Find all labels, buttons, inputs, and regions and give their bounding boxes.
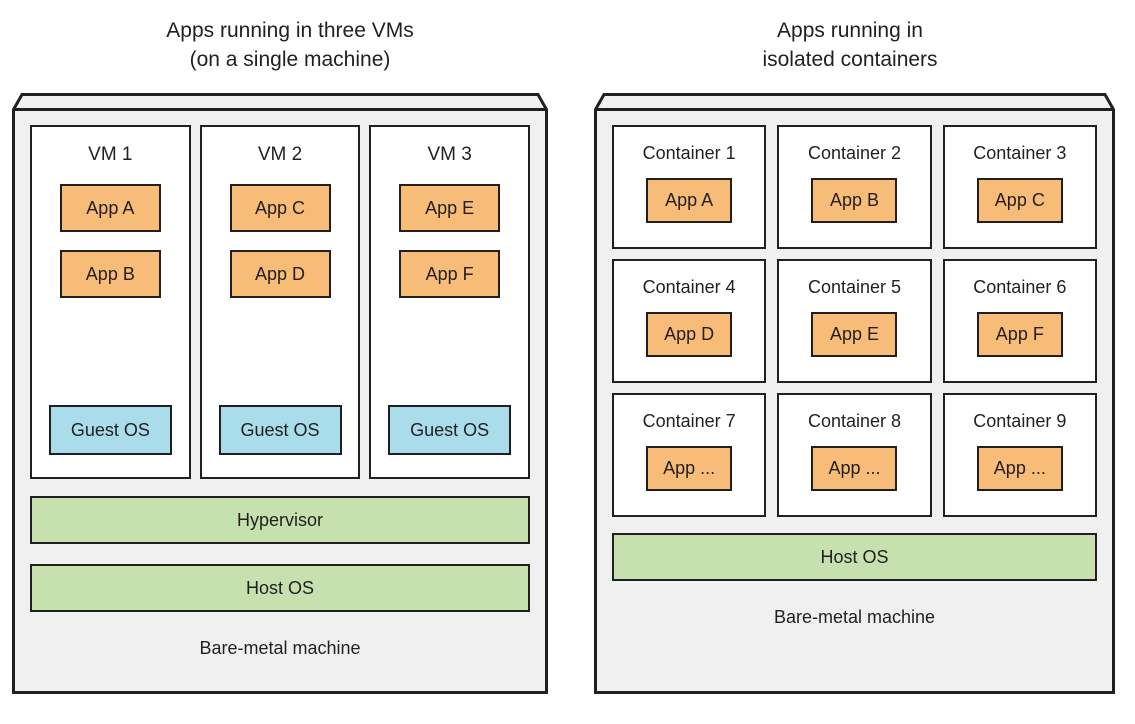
container-box-4[interactable]: Container 4 App D (612, 259, 767, 383)
container-box-2[interactable]: Container 2 App B (777, 125, 932, 249)
container-box-1[interactable]: Container 1 App A (612, 125, 767, 249)
container-label-1: Container 1 (642, 143, 736, 163)
container-8-app[interactable]: App ... (811, 446, 898, 491)
container-9-app[interactable]: App ... (976, 446, 1063, 491)
container-5-app[interactable]: App E (811, 312, 898, 357)
vm-panel-title: Apps running in three VMs (on a single m… (166, 19, 414, 71)
vm-row: VM 1 App A App B Guest OS VM 2 App C App… (30, 125, 531, 479)
vm-3-app-1[interactable]: App E (399, 184, 501, 232)
container-box-9[interactable]: Container 9 App ... (942, 393, 1097, 517)
machine-top-slab-left (12, 93, 548, 111)
machine-top-slab-right (594, 93, 1115, 111)
container-label-7: Container 7 (642, 411, 736, 431)
container-label-5: Container 5 (807, 277, 902, 297)
host-os-layer-container-panel[interactable]: Host OS (612, 533, 1097, 581)
container-4-app[interactable]: App D (646, 312, 733, 357)
container-6-app[interactable]: App F (976, 312, 1063, 357)
container-label-8: Container 8 (807, 411, 902, 431)
container-label-2: Container 2 (807, 143, 902, 163)
vm-2-app-1[interactable]: App C (229, 184, 331, 232)
container-box-6[interactable]: Container 6 App F (942, 259, 1097, 383)
container-box-8[interactable]: Container 8 App ... (777, 393, 932, 517)
host-os-layer-vm-panel[interactable]: Host OS (30, 564, 530, 612)
container-bare-metal-machine: Container 1 App A Container 2 App B Cont… (594, 93, 1115, 694)
vm-machine-body: VM 1 App A App B Guest OS VM 2 App C App… (12, 111, 548, 694)
hypervisor-layer[interactable]: Hypervisor (30, 496, 530, 544)
container-2-app[interactable]: App B (811, 178, 898, 223)
vm-box-3[interactable]: VM 3 App E App F Guest OS (369, 125, 531, 479)
vm-2-guest-os[interactable]: Guest OS (218, 405, 342, 455)
vm-2-app-2[interactable]: App D (229, 250, 331, 298)
vm-bare-metal-machine: VM 1 App A App B Guest OS VM 2 App C App… (12, 93, 548, 694)
container-7-app[interactable]: App ... (646, 446, 733, 491)
container-label-4: Container 4 (642, 277, 736, 297)
container-label-3: Container 3 (973, 143, 1067, 163)
container-box-7[interactable]: Container 7 App ... (612, 393, 767, 517)
vm-1-app-2[interactable]: App B (59, 250, 161, 298)
vm-3-guest-os[interactable]: Guest OS (388, 405, 512, 455)
bare-metal-label-container-panel: Bare-metal machine (773, 607, 936, 627)
container-label-6: Container 6 (973, 277, 1067, 297)
vm-box-1[interactable]: VM 1 App A App B Guest OS (30, 125, 191, 479)
container-3-app[interactable]: App C (976, 178, 1063, 223)
vm-1-app-1[interactable]: App A (59, 184, 161, 232)
container-box-3[interactable]: Container 3 App C (942, 125, 1097, 249)
container-label-9: Container 9 (973, 411, 1067, 431)
vm-3-app-2[interactable]: App F (399, 250, 501, 298)
vm-label-2: VM 2 (257, 144, 303, 165)
container-grid: Container 1 App A Container 2 App B Cont… (612, 125, 1097, 517)
bare-metal-label-vm-panel: Bare-metal machine (199, 638, 361, 658)
vm-1-guest-os[interactable]: Guest OS (48, 405, 172, 455)
vm-label-3: VM 3 (427, 144, 472, 165)
vm-box-2[interactable]: VM 2 App C App D Guest OS (199, 125, 361, 479)
container-box-5[interactable]: Container 5 App E (777, 259, 932, 383)
vm-label-1: VM 1 (88, 144, 133, 165)
container-panel-title: Apps running in isolated containers (762, 19, 938, 71)
container-1-app[interactable]: App A (646, 178, 733, 223)
container-machine-body: Container 1 App A Container 2 App B Cont… (594, 111, 1115, 694)
